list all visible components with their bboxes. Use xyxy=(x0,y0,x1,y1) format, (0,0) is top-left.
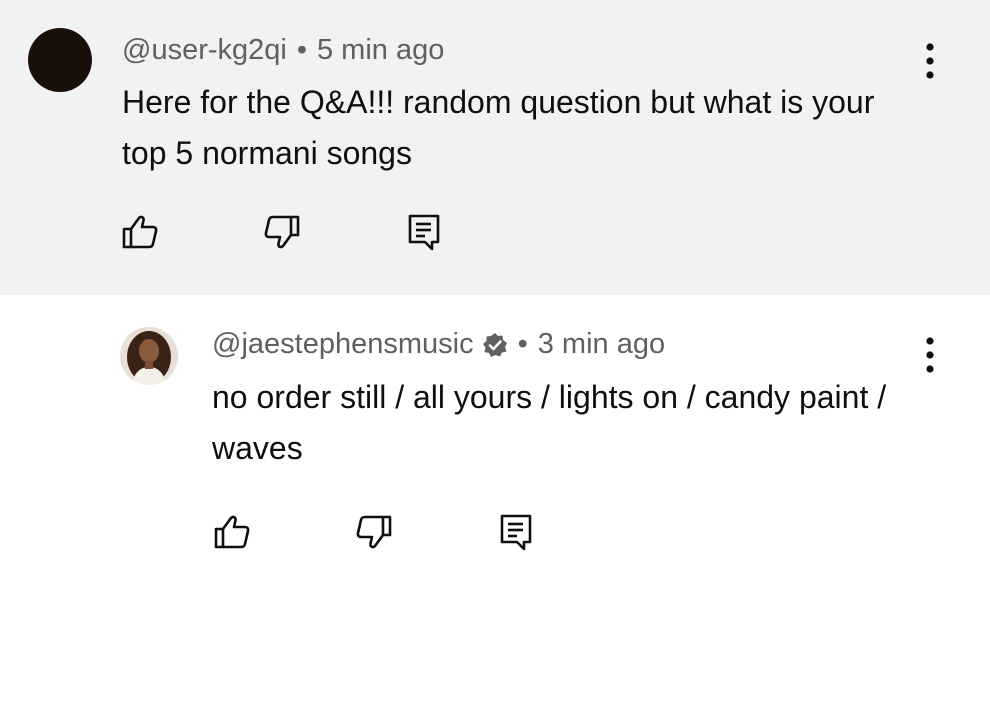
comment-text: no order still / all yours / lights on /… xyxy=(212,379,887,466)
comment-header: @user-kg2qi • 5 min ago xyxy=(122,34,444,67)
like-button[interactable] xyxy=(120,212,160,252)
comment-header: @jaestephensmusic • 3 min ago xyxy=(212,328,665,361)
like-button[interactable] xyxy=(212,512,252,552)
thumbs-up-icon xyxy=(214,515,250,549)
author-handle[interactable]: @user-kg2qi xyxy=(122,34,287,67)
reply-button[interactable] xyxy=(404,212,444,252)
dislike-button[interactable] xyxy=(354,512,394,552)
reply-icon xyxy=(500,514,532,551)
more-options-button[interactable] xyxy=(915,39,945,83)
thumbs-up-icon xyxy=(122,215,158,249)
thumbs-down-icon xyxy=(356,515,392,549)
comment-actions xyxy=(120,212,444,252)
comment-thread: @user-kg2qi • 5 min ago Here for the Q&A… xyxy=(0,0,990,295)
comment-time: 3 min ago xyxy=(537,328,666,360)
meta-separator: • xyxy=(517,328,528,360)
more-vert-icon xyxy=(926,337,934,373)
reply-button[interactable] xyxy=(496,512,536,552)
comment-text: Here for the Q&A!!! random question but … xyxy=(122,84,875,171)
profile-photo-avatar xyxy=(120,327,178,385)
more-vert-icon xyxy=(926,43,934,79)
thumbs-down-icon xyxy=(264,215,300,249)
verified-badge-icon xyxy=(482,332,508,358)
author-handle[interactable]: @jaestephensmusic xyxy=(212,328,474,361)
reply-icon xyxy=(408,214,440,251)
avatar[interactable] xyxy=(120,327,178,385)
comment-actions xyxy=(212,512,536,552)
reply-comment: @jaestephensmusic • 3 min ago no order s… xyxy=(0,295,990,715)
meta-separator: • xyxy=(296,34,307,66)
dislike-button[interactable] xyxy=(262,212,302,252)
comment-time: 5 min ago xyxy=(317,34,445,66)
more-options-button[interactable] xyxy=(915,333,945,377)
avatar[interactable] xyxy=(28,28,92,92)
